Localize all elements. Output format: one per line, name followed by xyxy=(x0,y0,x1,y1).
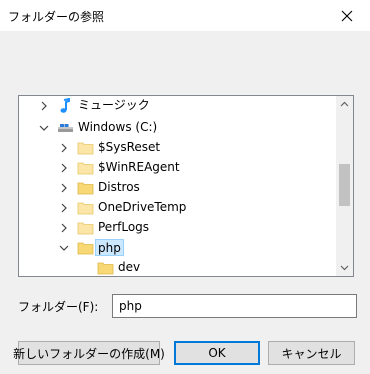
tree-item-distros[interactable]: Distros xyxy=(19,178,337,198)
chevron-right-icon[interactable] xyxy=(59,183,69,193)
chevron-down-icon[interactable] xyxy=(39,123,49,133)
folder-icon xyxy=(77,140,94,156)
scroll-down-button[interactable] xyxy=(336,259,353,276)
chevron-right-icon[interactable] xyxy=(59,203,69,213)
folder-icon xyxy=(77,160,94,176)
folder-tree[interactable]: ミュージック Windows (C:) $SysReset $WinREAgen… xyxy=(18,95,354,277)
chevron-right-icon[interactable] xyxy=(39,101,49,111)
tree-item-label: ミュージック xyxy=(78,98,150,112)
tree-item-music[interactable]: ミュージック xyxy=(19,96,337,116)
tree-item-windows-c[interactable]: Windows (C:) xyxy=(19,118,337,138)
chevron-right-icon[interactable] xyxy=(59,163,69,173)
tree-item-label: $WinREAgent xyxy=(98,160,180,174)
chevron-down-icon xyxy=(340,265,349,271)
tree-item-dev[interactable]: dev xyxy=(19,258,337,276)
new-folder-button-label: 新しいフォルダーの作成(M) xyxy=(13,346,165,361)
tree-item-php[interactable]: php xyxy=(19,238,337,258)
folder-field-label: フォルダー(F): xyxy=(18,300,99,314)
folder-icon xyxy=(77,200,94,216)
tree-item-label: dev xyxy=(118,260,141,274)
tree-item-label: OneDriveTemp xyxy=(98,200,187,214)
folder-input[interactable] xyxy=(112,294,357,318)
drive-icon xyxy=(57,120,74,136)
vertical-scrollbar[interactable] xyxy=(336,96,353,276)
tree-item-label: php xyxy=(95,239,124,256)
scroll-thumb[interactable] xyxy=(339,164,350,206)
tree-item-label: Windows (C:) xyxy=(78,120,158,134)
cancel-button[interactable]: キャンセル xyxy=(268,341,355,365)
chevron-up-icon xyxy=(340,101,349,107)
close-button[interactable] xyxy=(324,0,370,31)
tree-item-label: Distros xyxy=(98,180,140,194)
tree-item-winreagent[interactable]: $WinREAgent xyxy=(19,158,337,178)
cancel-button-label: キャンセル xyxy=(281,346,342,361)
folder-icon xyxy=(97,260,114,276)
window-title: フォルダーの参照 xyxy=(8,10,105,24)
scroll-up-button[interactable] xyxy=(336,96,353,113)
ok-button[interactable]: OK xyxy=(174,341,260,365)
tree-item-sysreset[interactable]: $SysReset xyxy=(19,138,337,158)
tree-item-label: $SysReset xyxy=(98,140,161,154)
music-note-icon xyxy=(57,97,74,114)
folder-icon xyxy=(77,180,94,196)
folder-icon xyxy=(77,220,94,236)
new-folder-button[interactable]: 新しいフォルダーの作成(M) xyxy=(13,341,165,365)
tree-item-label: PerfLogs xyxy=(98,220,150,234)
chevron-right-icon[interactable] xyxy=(59,223,69,233)
ok-button-label: OK xyxy=(208,346,226,360)
chevron-right-icon[interactable] xyxy=(59,143,69,153)
tree-item-onedrivetemp[interactable]: OneDriveTemp xyxy=(19,198,337,218)
folder-icon xyxy=(77,240,94,256)
chevron-down-icon[interactable] xyxy=(59,243,69,253)
title-bar: フォルダーの参照 xyxy=(0,0,370,31)
tree-item-perflogs[interactable]: PerfLogs xyxy=(19,218,337,238)
close-icon xyxy=(341,10,353,21)
